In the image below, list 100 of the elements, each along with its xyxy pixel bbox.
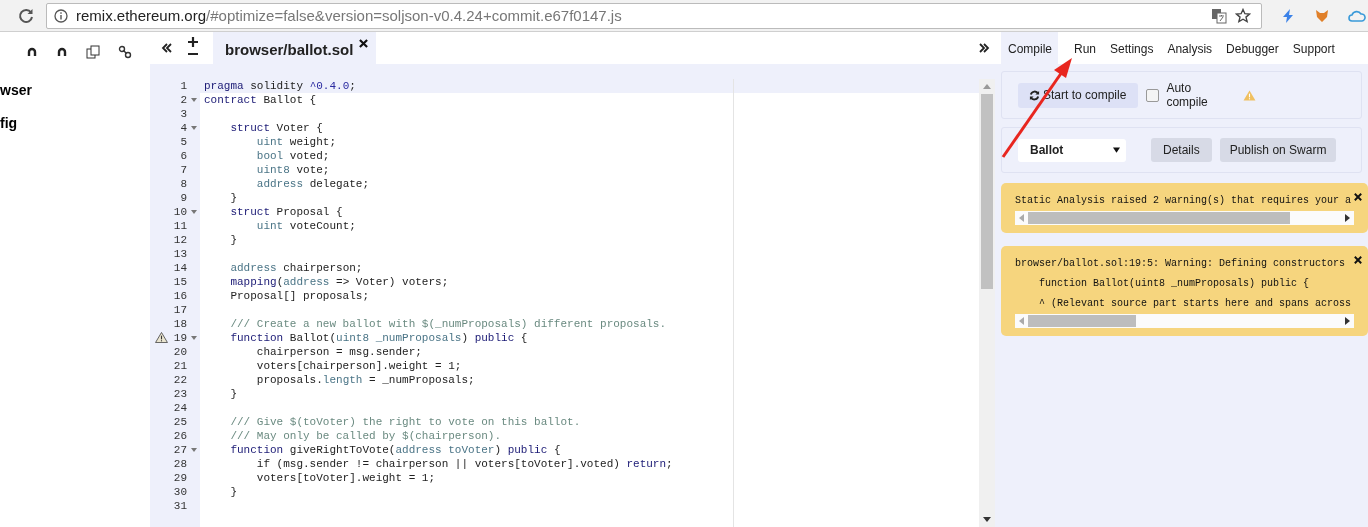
translate-icon[interactable]	[1211, 7, 1227, 24]
fold-caret-icon[interactable]	[190, 210, 197, 214]
action-button[interactable]: Publish on Swarm	[1219, 138, 1337, 162]
line-number: 29	[172, 471, 187, 485]
close-icon[interactable]	[359, 39, 369, 48]
close-icon[interactable]	[1354, 193, 1362, 201]
line-number: 7	[179, 163, 187, 177]
copy-icon[interactable]	[86, 45, 100, 59]
code-line: mapping(address => Voter) voters;	[229, 276, 449, 288]
line-number: 8	[179, 177, 187, 191]
line-number: 9	[179, 191, 187, 205]
scroll-right-icon[interactable]	[1345, 214, 1350, 222]
address-bar[interactable]: remix.ethereum.org/#optimize=false&version=soljson-v0.4.24+commit.e67f0147.js	[46, 2, 1262, 29]
code-line: function Ballot(uint8 _numProposals) public {	[229, 332, 528, 344]
lightning-icon[interactable]	[1280, 7, 1296, 24]
file-tab[interactable]: browser/ballot.sol	[213, 32, 377, 64]
code-line: /// Give $(toVoter) the right to vote on this ballot.	[229, 416, 581, 428]
code-line: }	[229, 234, 237, 246]
warning-text: Static Analysis raised 2 warning(s) that requires your a	[1015, 194, 1353, 208]
code-line: /// May only be called by $(chairperson).	[229, 430, 502, 442]
contract-select[interactable]: Ballot	[1018, 138, 1126, 162]
warning-text: function Ballot(uint8 _numProposals) public {	[1038, 277, 1311, 291]
line-number: 30	[172, 485, 187, 499]
warning-text: browser/ballot.sol:19:5: Warning: Defining constructors	[1015, 257, 1347, 271]
code-line: }	[229, 486, 237, 498]
line-number: 27	[172, 443, 187, 457]
line-number: 24	[172, 401, 187, 415]
ring-icon[interactable]	[26, 46, 38, 58]
line-number: 18	[172, 317, 187, 331]
line-number: 25	[172, 415, 187, 429]
reload-icon[interactable]	[18, 7, 34, 24]
code-line: struct Voter {	[229, 122, 323, 134]
panel-tab[interactable]: Settings	[1104, 32, 1160, 64]
line-number: 26	[172, 429, 187, 443]
link-icon[interactable]	[118, 45, 132, 59]
code-line: Proposal[] proposals;	[229, 290, 370, 302]
fold-caret-icon[interactable]	[190, 126, 197, 130]
panel-tab[interactable]: Debugger	[1220, 32, 1285, 64]
line-number: 22	[172, 373, 187, 387]
line-number: 13	[172, 247, 187, 261]
code-line: pragma solidity ^0.4.0;	[204, 80, 356, 92]
panel-tab[interactable]: Analysis	[1161, 32, 1219, 64]
line-number: 6	[179, 149, 187, 163]
scroll-down-icon[interactable]	[983, 517, 991, 522]
panel-tab[interactable]: Support	[1286, 32, 1341, 64]
action-button[interactable]: Details	[1151, 138, 1212, 162]
collapse-left-icon[interactable]	[161, 42, 173, 54]
line-number: 4	[179, 121, 187, 135]
fold-caret-icon[interactable]	[190, 98, 197, 102]
code-line: voters[chairperson].weight = 1;	[255, 360, 462, 372]
line-number: 31	[172, 499, 187, 513]
scrollbar[interactable]	[979, 79, 995, 527]
line-number: 20	[172, 345, 187, 359]
code-line: uint voteCount;	[255, 220, 356, 232]
scrollbar[interactable]	[1015, 314, 1354, 328]
panel-tab[interactable]: Compile	[1001, 32, 1058, 64]
code-line: address delegate;	[255, 178, 370, 190]
line-number: 3	[179, 107, 187, 121]
line-number: 12	[172, 233, 187, 247]
code-line: voters[toVoter].weight = 1;	[255, 472, 436, 484]
expand-right-icon[interactable]	[978, 42, 990, 54]
line-number: 19	[172, 331, 187, 345]
line-number: 11	[172, 219, 187, 233]
panel-tab[interactable]: Run	[1068, 32, 1103, 64]
code-line: uint8 vote;	[255, 164, 330, 176]
line-number: 2	[179, 93, 187, 107]
code-line: bool voted;	[255, 150, 330, 162]
refresh-icon	[1029, 89, 1040, 101]
auto-compile-label: Auto compile	[1166, 81, 1209, 109]
code-line: }	[229, 388, 237, 400]
ring-icon[interactable]	[56, 46, 68, 58]
scrollbar[interactable]	[1015, 211, 1354, 225]
line-number: 16	[172, 289, 187, 303]
fox-icon[interactable]	[1314, 7, 1330, 24]
url-text: remix.ethereum.org/#optimize=false&version=soljson-v0.4.24+commit.e67f0147.js	[76, 7, 622, 24]
code-line: proposals.length = _numProposals;	[255, 374, 475, 386]
info-icon	[54, 8, 68, 23]
code-line: contract Ballot {	[204, 94, 317, 106]
fold-caret-icon[interactable]	[190, 448, 197, 452]
code-line: if (msg.sender != chairperson || voters[toVoter].voted) return;	[255, 458, 673, 470]
close-icon[interactable]	[1354, 256, 1362, 264]
star-icon[interactable]	[1235, 7, 1251, 24]
line-number: 10	[172, 205, 187, 219]
warning-icon	[1243, 89, 1257, 101]
folder-item[interactable]: wser	[0, 74, 150, 107]
line-number: 14	[172, 261, 187, 275]
caret-icon	[1113, 147, 1120, 153]
code-line: uint weight;	[255, 136, 337, 148]
scroll-right-icon[interactable]	[1345, 317, 1350, 325]
code-line: /// Create a new ballot with $(_numProposals) different proposals.	[229, 318, 667, 330]
code-line: struct Proposal {	[229, 206, 343, 218]
checkbox[interactable]	[1146, 88, 1160, 102]
line-number: 21	[172, 359, 187, 373]
fold-caret-icon[interactable]	[190, 336, 197, 340]
code-line: }	[229, 192, 237, 204]
line-number: 1	[179, 79, 187, 93]
warning-text: ^ (Relevant source part starts here and spans across	[1038, 297, 1353, 311]
folder-item[interactable]: fig	[0, 107, 150, 140]
code-line: function giveRightToVote(address toVoter) public {	[229, 444, 561, 456]
line-number: 23	[172, 387, 187, 401]
